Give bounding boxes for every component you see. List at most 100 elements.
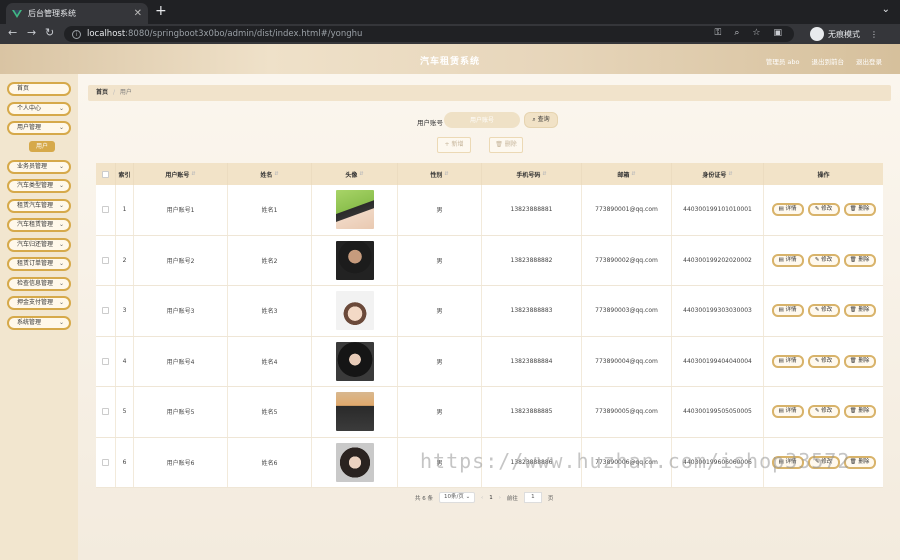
edit-button[interactable]: ✎ 修改 — [807, 354, 840, 368]
col-header-avatar[interactable]: 头像 ⇵ — [312, 163, 398, 185]
avatar[interactable] — [335, 442, 374, 482]
avatar[interactable] — [335, 341, 374, 381]
cell-gender: 男 — [398, 336, 482, 386]
col-header-id-card[interactable]: 身份证号 ⇵ — [672, 163, 764, 185]
sidebar-item-salesman[interactable]: 业务员管理 ⌄ — [7, 159, 71, 174]
delete-button[interactable]: 🗑 删除 — [843, 253, 876, 267]
avatar[interactable] — [335, 190, 374, 230]
detail-button[interactable]: ▤ 详情 — [771, 253, 804, 267]
col-header-account[interactable]: 用户账号 ⇵ — [134, 163, 228, 185]
detail-button[interactable]: ▤ 详情 — [771, 455, 804, 469]
close-tab-icon[interactable]: ✕ — [134, 8, 142, 19]
edit-button[interactable]: ✎ 修改 — [807, 455, 840, 469]
add-button[interactable]: + 新增 — [437, 137, 471, 153]
trash-icon: 🗑 — [849, 357, 857, 364]
sort-icon[interactable]: ⇵ — [728, 171, 732, 177]
site-info-icon[interactable]: i — [72, 29, 81, 39]
col-header-email[interactable]: 邮箱 ⇵ — [582, 163, 672, 185]
sidebar-item-inspection[interactable]: 检查信息管理 ⌄ — [7, 276, 71, 291]
detail-button[interactable]: ▤ 详情 — [771, 203, 804, 217]
sort-icon[interactable]: ⇵ — [274, 171, 278, 177]
tab-search-icon[interactable]: ⌄ — [882, 4, 890, 15]
row-checkbox[interactable] — [102, 307, 109, 315]
cell-gender: 男 — [398, 437, 482, 487]
edit-button[interactable]: ✎ 修改 — [807, 203, 840, 217]
sort-icon[interactable]: ⇵ — [542, 171, 546, 177]
key-icon[interactable]: ⚿ — [715, 28, 722, 38]
cell-index: 3 — [116, 286, 134, 336]
row-checkbox[interactable] — [102, 206, 109, 214]
edit-button[interactable]: ✎ 修改 — [807, 405, 840, 419]
breadcrumb-home[interactable]: 首页 — [96, 89, 108, 96]
col-header-gender[interactable]: 性别 ⇵ — [398, 163, 482, 185]
trash-icon: 🗑 — [849, 307, 857, 314]
browser-tab[interactable]: 后台管理系统 ✕ — [6, 3, 148, 24]
sidebar-item-rental-car[interactable]: 租赁汽车管理 ⌄ — [7, 198, 71, 213]
url-host: localhost — [87, 29, 126, 39]
chevron-down-icon: ⌄ — [58, 260, 64, 267]
sidepanel-icon[interactable]: ▣ — [773, 28, 782, 38]
col-header-name[interactable]: 姓名 ⇵ — [228, 163, 312, 185]
row-checkbox[interactable] — [102, 357, 109, 365]
cell-name: 姓名4 — [228, 336, 312, 386]
forward-icon[interactable]: → — [27, 26, 36, 39]
prev-page-button[interactable]: ‹ — [481, 495, 483, 501]
sidebar-item-orders[interactable]: 租赁订单管理 ⌄ — [7, 257, 71, 271]
detail-button[interactable]: ▤ 详情 — [771, 304, 804, 318]
search-button[interactable]: ⌕ 查询 — [524, 112, 558, 128]
edit-button[interactable]: ✎ 修改 — [807, 253, 840, 267]
search-input[interactable] — [444, 112, 520, 128]
sidebar-item-deposit[interactable]: 押金支付管理 ⌄ — [7, 296, 71, 310]
sidebar-item-car-type[interactable]: 汽车类型管理 ⌄ — [7, 179, 71, 193]
sort-icon[interactable]: ⇵ — [191, 171, 195, 177]
address-bar[interactable]: i localhost :8080/springboot3x0bo/admin/… — [64, 26, 794, 42]
cell-email: 773890002@qq.com — [582, 235, 672, 285]
sidebar-item-car-return[interactable]: 汽车归还管理 ⌄ — [7, 237, 71, 252]
cell-account: 用户账号4 — [134, 336, 228, 386]
incognito-indicator[interactable]: 无痕模式 ⋮ — [810, 26, 878, 42]
back-to-front-link[interactable]: 退出到前台 — [812, 56, 845, 66]
edit-button[interactable]: ✎ 修改 — [807, 304, 840, 318]
row-checkbox[interactable] — [102, 458, 109, 466]
row-checkbox[interactable] — [102, 408, 109, 416]
doc-icon: ▤ — [778, 357, 784, 364]
chevron-down-icon: ⌄ — [58, 240, 64, 248]
cell-index: 4 — [116, 336, 134, 386]
row-checkbox[interactable] — [102, 256, 109, 264]
detail-button[interactable]: ▤ 详情 — [771, 354, 804, 368]
select-all-checkbox[interactable] — [102, 170, 109, 178]
page-number[interactable]: 1 — [489, 495, 493, 501]
sidebar-item-profile[interactable]: 个人中心 ⌄ — [7, 101, 71, 116]
more-menu-icon[interactable]: ⋮ — [870, 30, 878, 39]
cell-id-card: 440300199303030003 — [672, 286, 764, 336]
sidebar-subitem-user[interactable]: 用户 — [29, 140, 55, 152]
delete-button[interactable]: 🗑 删除 — [843, 455, 876, 469]
star-icon[interactable]: ☆ — [752, 28, 760, 38]
delete-button[interactable]: 🗑 删除 — [843, 203, 876, 217]
logout-link[interactable]: 退出登录 — [856, 56, 882, 66]
avatar[interactable] — [335, 240, 374, 280]
reload-icon[interactable]: ↻ — [45, 26, 54, 39]
sidebar-item-users[interactable]: 用户管理 ⌄ — [7, 121, 71, 135]
avatar[interactable] — [335, 392, 374, 432]
goto-page-input[interactable]: 1 — [523, 492, 542, 503]
page-size-select[interactable]: 10条/页 ⌄ — [439, 492, 475, 503]
sort-icon[interactable]: ⇵ — [631, 171, 635, 177]
col-header-phone[interactable]: 手机号码 ⇵ — [482, 163, 582, 185]
delete-button[interactable]: 🗑 删除 — [843, 405, 876, 419]
next-page-button[interactable]: › — [499, 495, 501, 501]
new-tab-button[interactable]: + — [155, 3, 167, 19]
back-icon[interactable]: ← — [8, 26, 17, 39]
delete-button[interactable]: 🗑 删除 — [843, 354, 876, 368]
avatar[interactable] — [335, 291, 374, 331]
sidebar-item-car-rental[interactable]: 汽车租赁管理 ⌄ — [7, 218, 71, 232]
sort-icon[interactable]: ⇵ — [444, 171, 448, 177]
sort-icon[interactable]: ⇵ — [359, 171, 363, 177]
delete-button[interactable]: 🗑 删除 — [843, 304, 876, 318]
sidebar-item-home[interactable]: 首页 — [7, 82, 71, 96]
sidebar-item-system[interactable]: 系统管理 ⌄ — [7, 315, 71, 330]
batch-delete-button[interactable]: 🗑 删除 — [489, 137, 523, 153]
zoom-icon[interactable]: ⌕ — [734, 28, 739, 38]
breadcrumb-separator: / — [112, 89, 115, 96]
detail-button[interactable]: ▤ 详情 — [771, 405, 804, 419]
